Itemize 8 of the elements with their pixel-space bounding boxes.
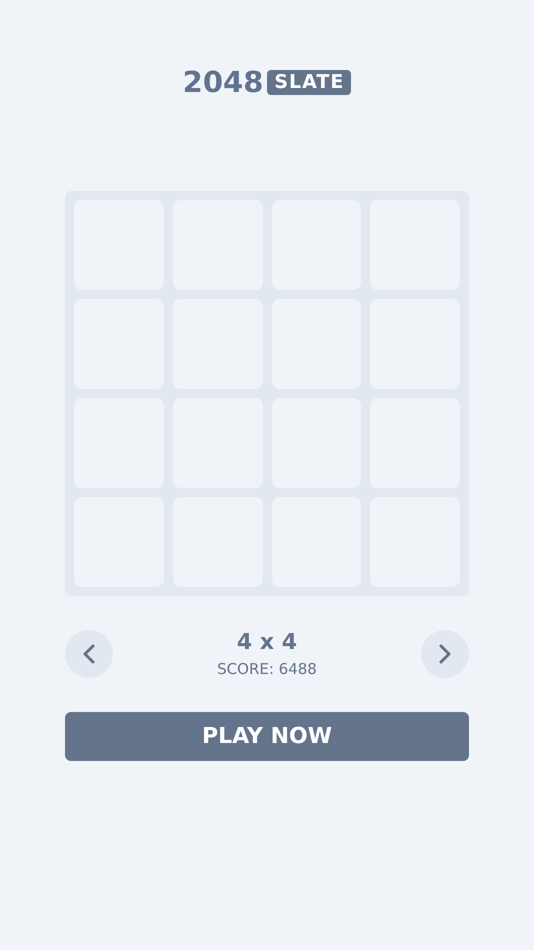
previous-button[interactable] [65,630,113,678]
chevron-left-icon [82,644,96,664]
play-button[interactable]: PLAY NOW [65,712,469,761]
game-title: 2048 [182,66,264,98]
title-badge: SLATE [267,70,352,94]
board-size: 4 x 4 [236,629,298,657]
score-text: SCORE: 6488 [217,659,317,679]
chevron-right-icon [438,644,452,664]
